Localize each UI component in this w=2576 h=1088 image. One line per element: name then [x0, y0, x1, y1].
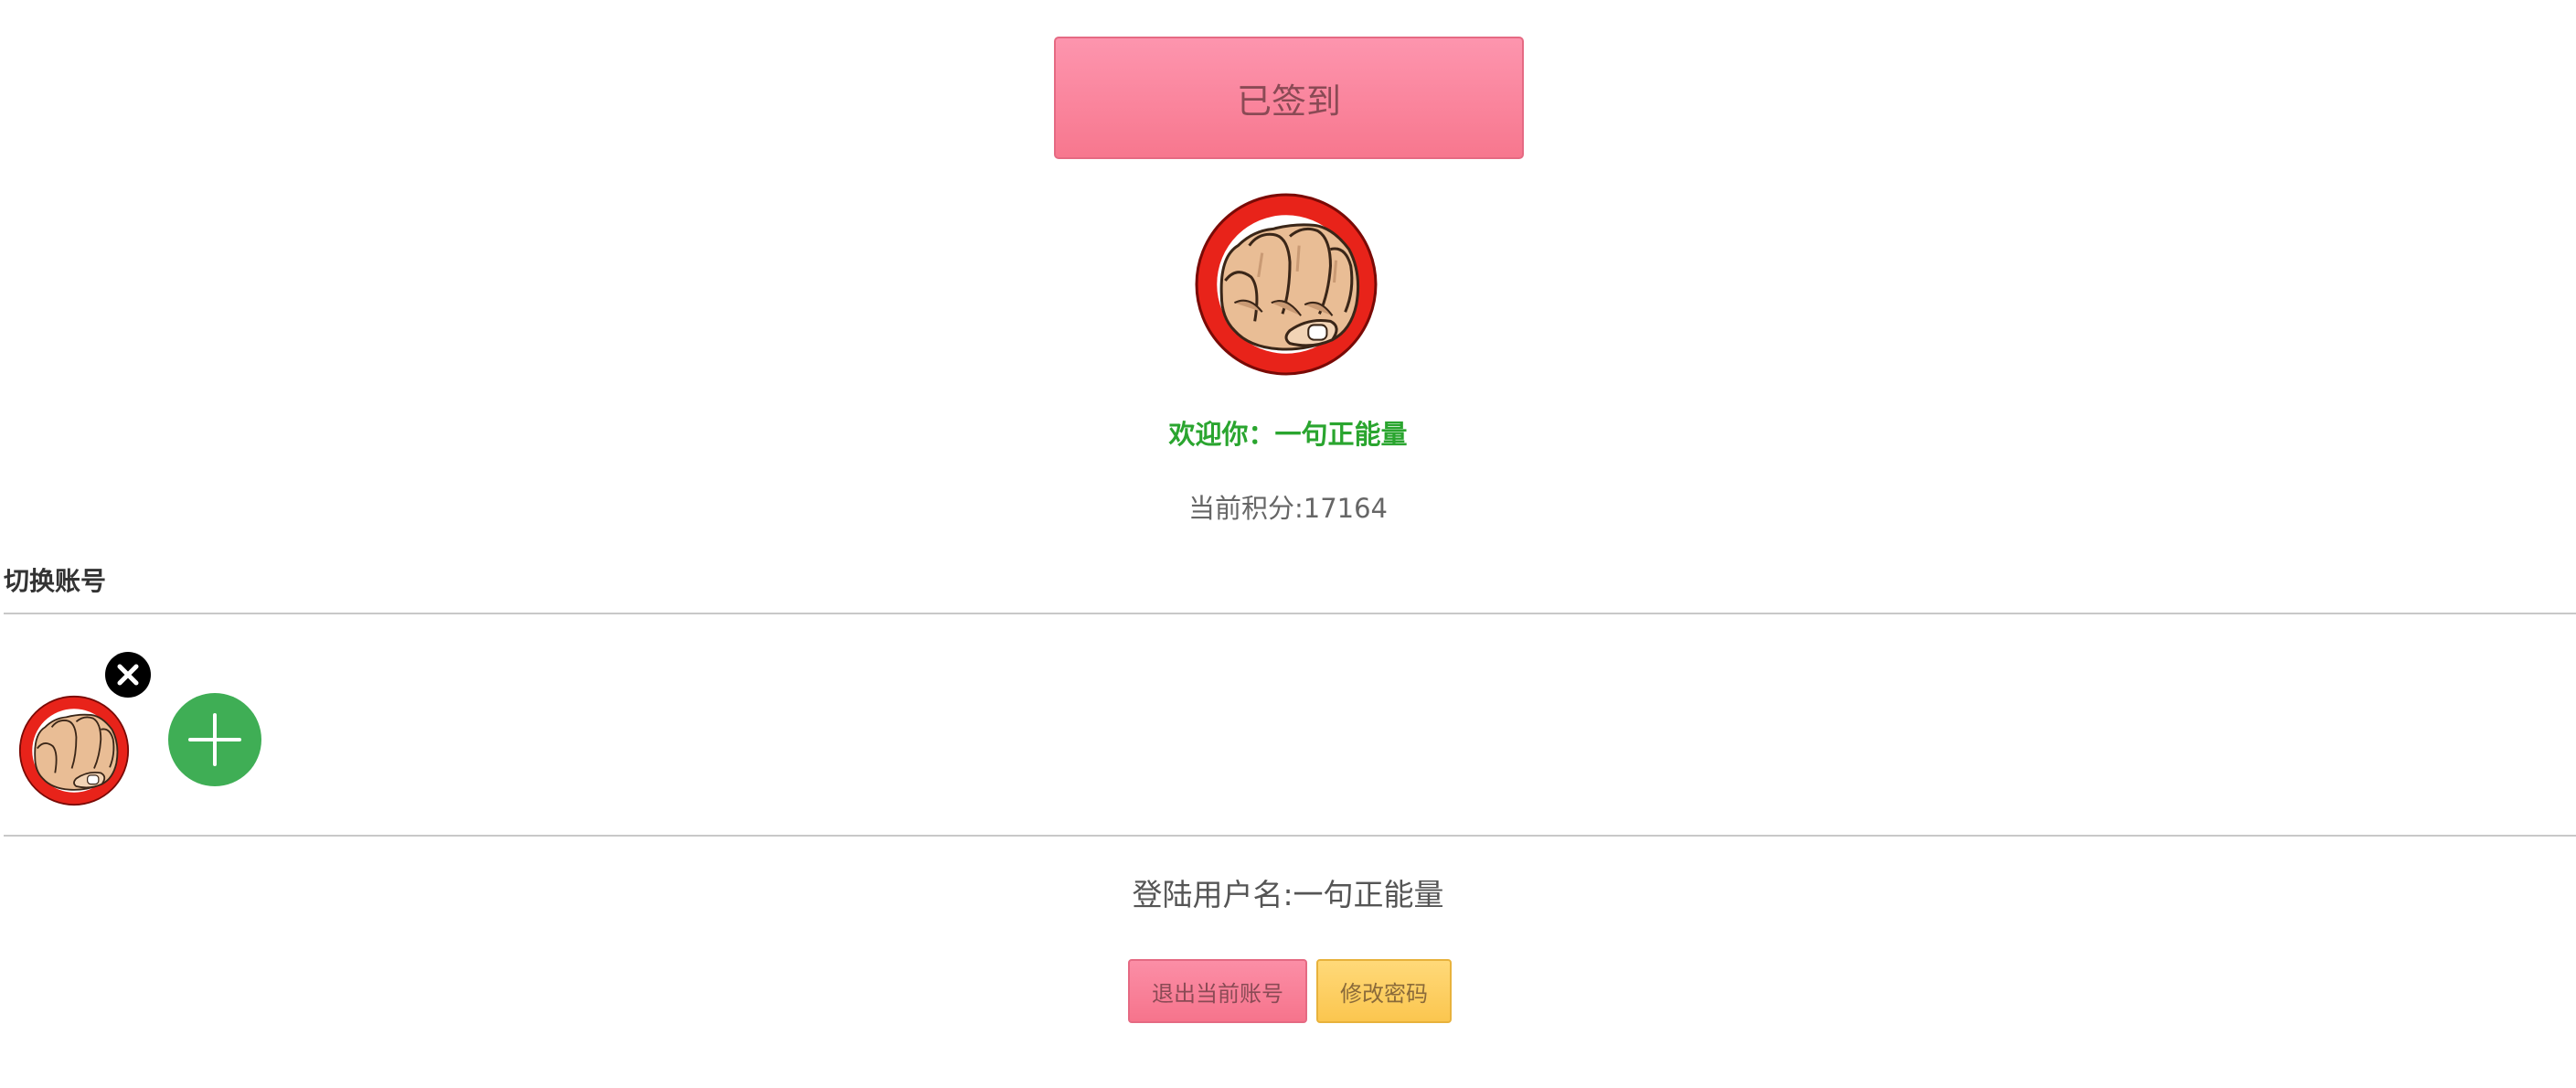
- divider: [4, 613, 2576, 614]
- current-points: 当前积分:17164: [1187, 493, 1389, 524]
- change-password-button[interactable]: 修改密码: [1316, 959, 1452, 1023]
- login-username: 登陆用户名:一句正能量: [1132, 877, 1444, 912]
- plus-icon: [188, 713, 241, 766]
- signed-in-button[interactable]: 已签到: [1054, 37, 1524, 159]
- logout-button[interactable]: 退出当前账号: [1128, 959, 1307, 1023]
- fist-avatar-icon: [1195, 193, 1378, 376]
- close-circle-icon[interactable]: [104, 651, 152, 699]
- divider: [4, 835, 2576, 837]
- switch-account-title: 切换账号: [4, 566, 107, 596]
- welcome-message: 欢迎你：一句正能量: [1168, 419, 1408, 450]
- saved-account-avatar[interactable]: [18, 695, 130, 806]
- add-account-button[interactable]: [168, 693, 261, 786]
